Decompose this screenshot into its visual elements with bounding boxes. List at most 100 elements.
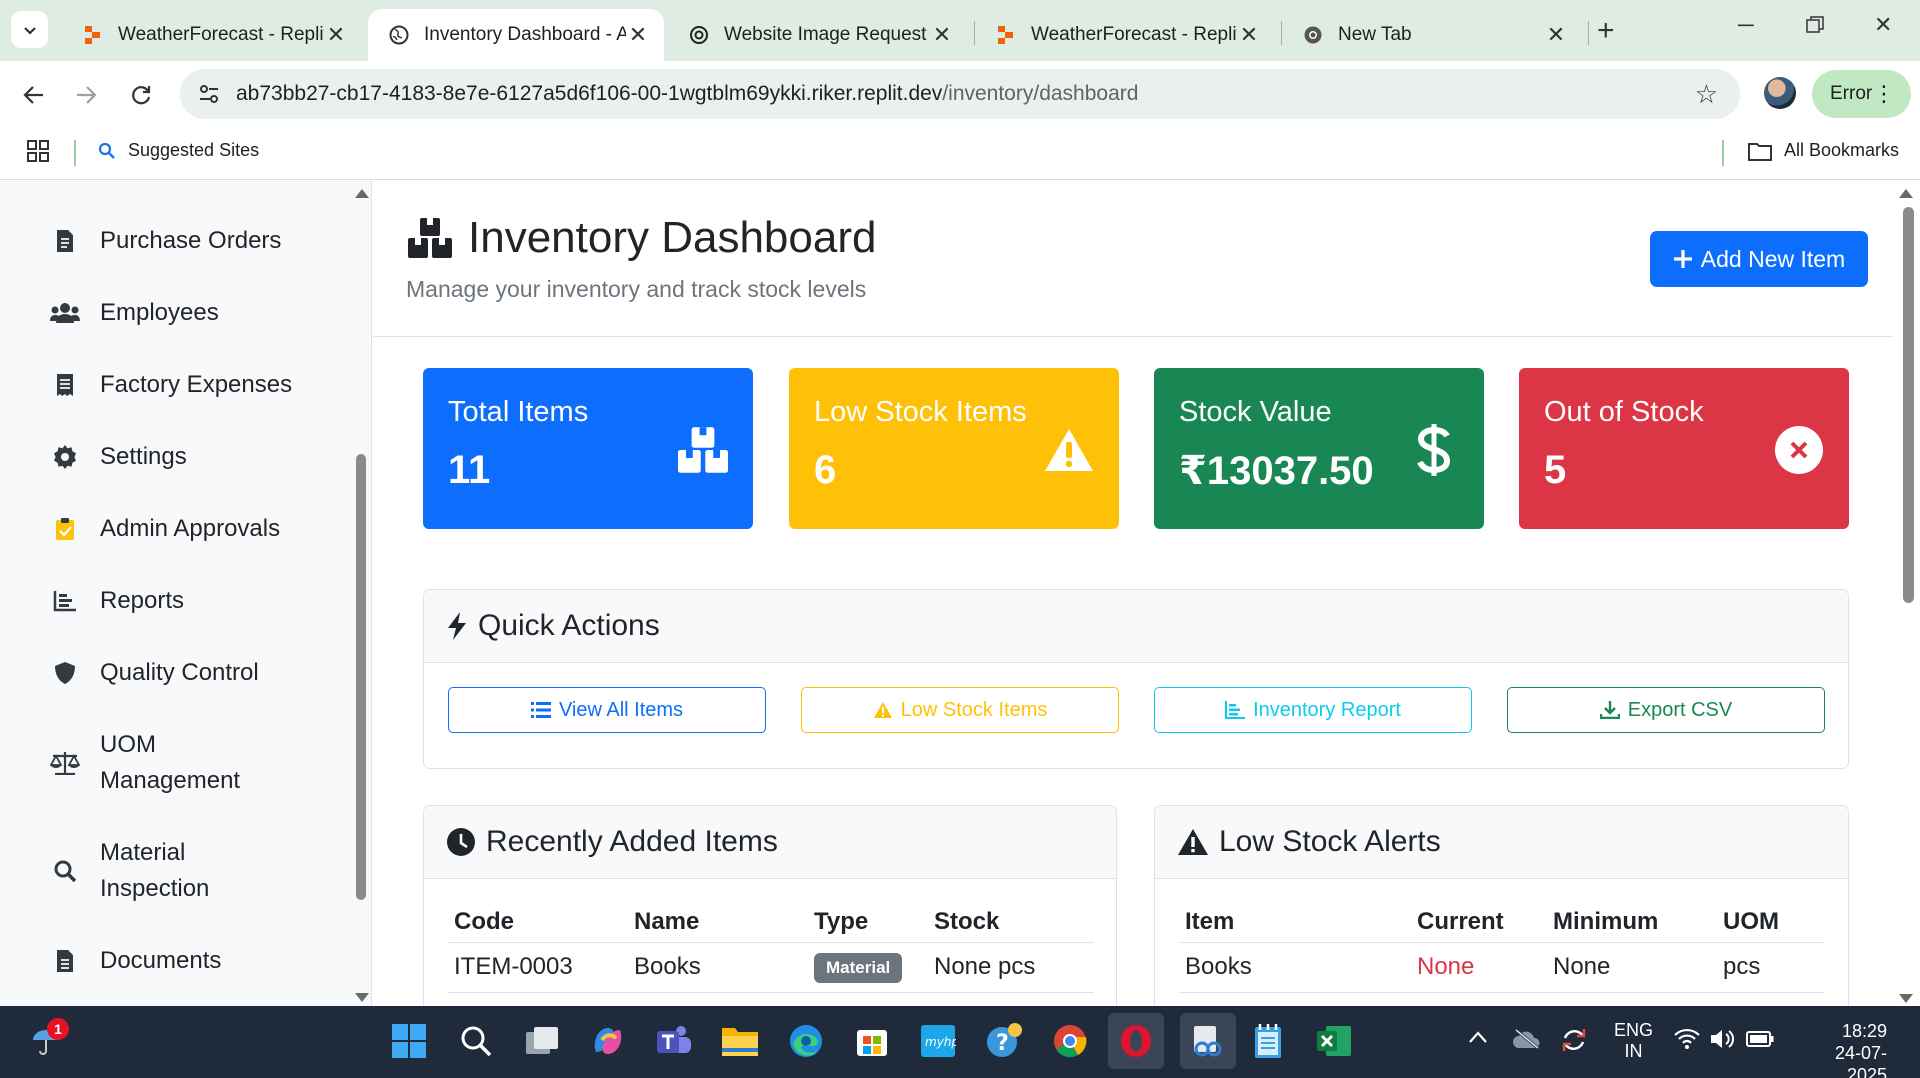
wifi-icon[interactable]	[1674, 1028, 1700, 1055]
browser-tab-1[interactable]: WeatherForecast - Replit ✕	[62, 9, 362, 61]
edge-app[interactable]	[784, 1019, 828, 1063]
chrome-icon	[1302, 24, 1324, 46]
sidebar-item-factory-expenses[interactable]: Factory Expenses	[50, 367, 292, 403]
browser-tab-3[interactable]: Website Image Request ✕	[668, 9, 968, 61]
close-icon[interactable]: ✕	[626, 22, 650, 48]
apps-grid-icon[interactable]	[27, 140, 49, 167]
forward-button[interactable]	[68, 77, 104, 113]
stat-value: 6	[814, 448, 837, 492]
sidebar-item-documents[interactable]: Documents	[50, 943, 221, 979]
inventory-report-button[interactable]: Inventory Report	[1154, 687, 1472, 733]
myhp-app[interactable]: myhp	[916, 1019, 960, 1063]
site-info-icon[interactable]	[198, 83, 220, 110]
close-icon[interactable]: ✕	[1544, 22, 1568, 48]
snipping-tool-app[interactable]	[1180, 1013, 1236, 1069]
suggested-sites-bookmark[interactable]: Suggested Sites	[98, 140, 259, 161]
chrome-app[interactable]	[1048, 1019, 1092, 1063]
arrow-right-icon	[77, 86, 97, 104]
restore-button[interactable]	[1806, 14, 1824, 40]
stat-value: 5	[1544, 448, 1567, 492]
scroll-up-arrow[interactable]	[1899, 189, 1913, 198]
window-close-button[interactable]: ✕	[1874, 12, 1892, 38]
close-icon[interactable]: ✕	[1237, 22, 1261, 48]
copilot-app[interactable]	[586, 1019, 630, 1063]
stat-label: Stock Value	[1179, 396, 1332, 428]
svg-text:?: ?	[996, 1031, 1009, 1056]
sync-icon[interactable]	[1560, 1026, 1588, 1059]
address-bar[interactable]: ab73bb27-cb17-4183-8e7e-6127a5d6f106-00-…	[180, 69, 1740, 119]
page-subtitle: Manage your inventory and track stock le…	[406, 276, 867, 302]
bookmark-separator	[1722, 140, 1724, 166]
page-header: Inventory Dashboard Manage your inventor…	[373, 181, 1893, 337]
table-row[interactable]: Books None None pcs	[1179, 942, 1825, 993]
language-indicator[interactable]: ENG IN	[1614, 1020, 1653, 1062]
warning-icon	[873, 702, 892, 718]
export-csv-button[interactable]: Export CSV	[1507, 687, 1825, 733]
teams-app[interactable]	[652, 1019, 696, 1063]
low-stock-items-button[interactable]: Low Stock Items	[801, 687, 1119, 733]
column-header: Item	[1179, 894, 1411, 943]
all-bookmarks-button[interactable]: All Bookmarks	[1748, 140, 1899, 161]
balance-scale-icon	[50, 727, 80, 799]
cell-item: Books	[1179, 942, 1411, 993]
back-button[interactable]	[16, 77, 52, 113]
warning-icon	[1178, 829, 1208, 855]
reload-button[interactable]	[123, 77, 159, 113]
tab-separator	[1588, 21, 1589, 45]
microsoft-store-app[interactable]	[850, 1019, 894, 1063]
notepad-app[interactable]	[1246, 1019, 1290, 1063]
warning-icon	[1041, 422, 1097, 478]
sidebar-item-settings[interactable]: Settings	[50, 439, 187, 475]
add-new-item-label: Add New Item	[1700, 245, 1846, 272]
page-scroll-thumb[interactable]	[1903, 207, 1914, 603]
region-code: IN	[1624, 1041, 1643, 1061]
battery-icon[interactable]	[1746, 1031, 1774, 1052]
opera-app[interactable]	[1108, 1013, 1164, 1069]
clock[interactable]: 18:29 24-07-2025	[1797, 1020, 1887, 1078]
sidebar-item-purchase-orders[interactable]: Purchase Orders	[50, 223, 281, 259]
tab-search-button[interactable]	[11, 11, 48, 48]
browser-tab-5[interactable]: New Tab ✕	[1282, 9, 1582, 61]
sidebar-item-employees[interactable]: Employees	[50, 295, 219, 331]
profile-avatar[interactable]	[1764, 77, 1796, 109]
sidebar-item-material-inspection[interactable]: Material Inspection	[50, 835, 260, 907]
cell-minimum: None	[1547, 942, 1717, 993]
add-new-item-button[interactable]: Add New Item	[1650, 231, 1868, 287]
sidebar-item-admin-approvals[interactable]: Admin Approvals	[50, 511, 280, 547]
button-label: View All Items	[558, 698, 684, 721]
new-tab-button[interactable]: +	[1597, 14, 1615, 48]
store-icon	[857, 1030, 887, 1056]
cell-type: Material	[808, 942, 928, 993]
table-row[interactable]: ITEM-0003 Books Material None pcs	[448, 942, 1094, 993]
bookmark-star-icon[interactable]: ☆	[1695, 79, 1718, 110]
sidebar-scroll-thumb[interactable]	[356, 454, 366, 900]
task-view-button[interactable]	[520, 1019, 564, 1063]
excel-app[interactable]	[1312, 1019, 1356, 1063]
onedrive-icon[interactable]	[1512, 1028, 1542, 1055]
stat-label: Out of Stock	[1544, 396, 1704, 428]
column-header: Stock	[928, 894, 1094, 943]
button-label: Inventory Report	[1253, 698, 1401, 721]
sidebar-item-label: Quality Control	[100, 659, 259, 686]
scroll-down-arrow[interactable]	[355, 993, 369, 1002]
column-header: Minimum	[1547, 894, 1717, 943]
error-button[interactable]: Error ⋮	[1812, 70, 1911, 118]
browser-tab-2[interactable]: Inventory Dashboard - AI ✕	[368, 9, 664, 61]
volume-icon[interactable]	[1710, 1028, 1736, 1055]
sidebar-item-uom-management[interactable]: UOM Management	[50, 727, 260, 799]
view-all-items-button[interactable]: View All Items	[448, 687, 766, 733]
sidebar-item-reports[interactable]: Reports	[50, 583, 184, 619]
scroll-up-arrow[interactable]	[355, 189, 369, 198]
language-code: ENG	[1614, 1020, 1654, 1040]
file-explorer-app[interactable]	[718, 1019, 762, 1063]
close-icon[interactable]: ✕	[930, 22, 954, 48]
browser-tab-4[interactable]: WeatherForecast - Replit ✕	[975, 9, 1275, 61]
chevron-up-icon[interactable]	[1468, 1028, 1488, 1049]
get-help-app[interactable]: ?	[982, 1019, 1026, 1063]
sidebar-item-quality-control[interactable]: Quality Control	[50, 655, 259, 691]
taskbar-search-button[interactable]	[454, 1019, 498, 1063]
start-button[interactable]	[387, 1019, 431, 1063]
close-icon[interactable]: ✕	[324, 22, 348, 48]
minimize-button[interactable]: ─	[1738, 12, 1754, 38]
scroll-down-arrow[interactable]	[1899, 994, 1913, 1003]
